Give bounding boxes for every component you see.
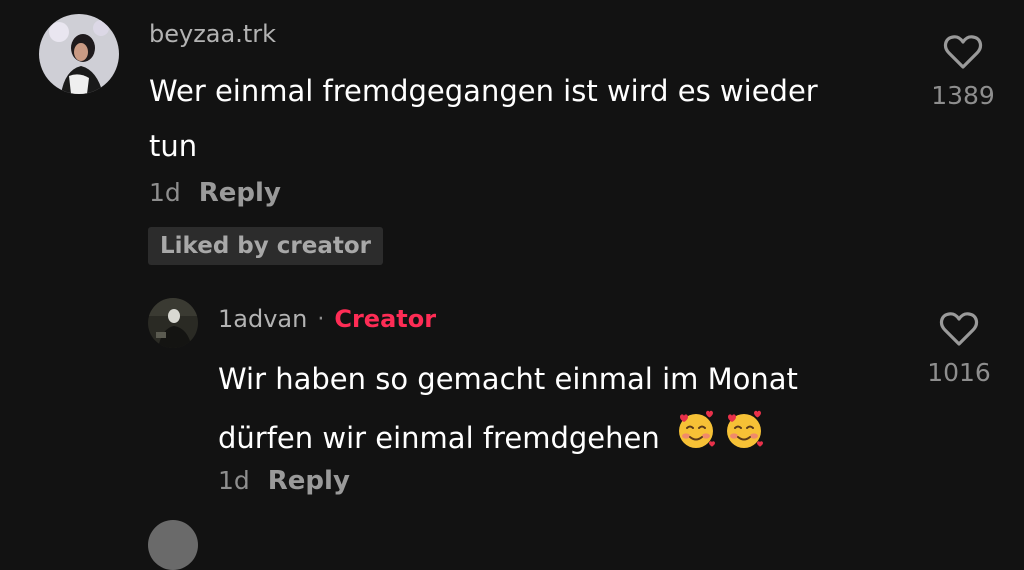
creator-badge: Creator (334, 305, 437, 333)
separator-dot: · (317, 306, 325, 332)
avatar[interactable] (148, 298, 198, 348)
reply-text-line: dürfen wir einmal fremdgehen (218, 420, 660, 455)
comment-meta: 1d Reply (149, 178, 281, 208)
like-button[interactable]: 1389 (923, 33, 1003, 110)
like-count: 1389 (931, 81, 995, 110)
reply-username[interactable]: 1advan (218, 305, 307, 333)
heart-outline-icon[interactable] (939, 310, 979, 352)
reply-text-line-wrap: dürfen wir einmal fremdgehen (218, 407, 798, 469)
comment-timestamp: 1d (149, 178, 181, 207)
reply-header: 1advan · Creator (218, 305, 436, 333)
like-count: 1016 (927, 358, 991, 387)
reply-timestamp: 1d (218, 466, 250, 495)
smiling-face-with-hearts-icon (722, 407, 766, 469)
comment-username[interactable]: beyzaa.trk (149, 20, 276, 48)
avatar[interactable] (39, 14, 119, 94)
like-button[interactable]: 1016 (919, 310, 999, 387)
liked-by-creator-badge: Liked by creator (148, 227, 383, 265)
comment-text: Wer einmal fremdgegangen ist wird es wie… (149, 64, 818, 174)
reply-button[interactable]: Reply (268, 466, 350, 496)
smiling-face-with-hearts-icon (674, 407, 718, 469)
avatar[interactable] (148, 520, 198, 570)
heart-outline-icon[interactable] (943, 33, 983, 75)
reply-meta: 1d Reply (218, 466, 350, 496)
reply-text-line: Wir haben so gemacht einmal im Monat (218, 362, 798, 396)
reply-button[interactable]: Reply (199, 178, 281, 208)
reply-text: Wir haben so gemacht einmal im Monat dür… (218, 352, 798, 469)
comment-text-line: Wer einmal fremdgegangen ist wird es wie… (149, 74, 818, 108)
comment-text-line: tun (149, 129, 198, 163)
